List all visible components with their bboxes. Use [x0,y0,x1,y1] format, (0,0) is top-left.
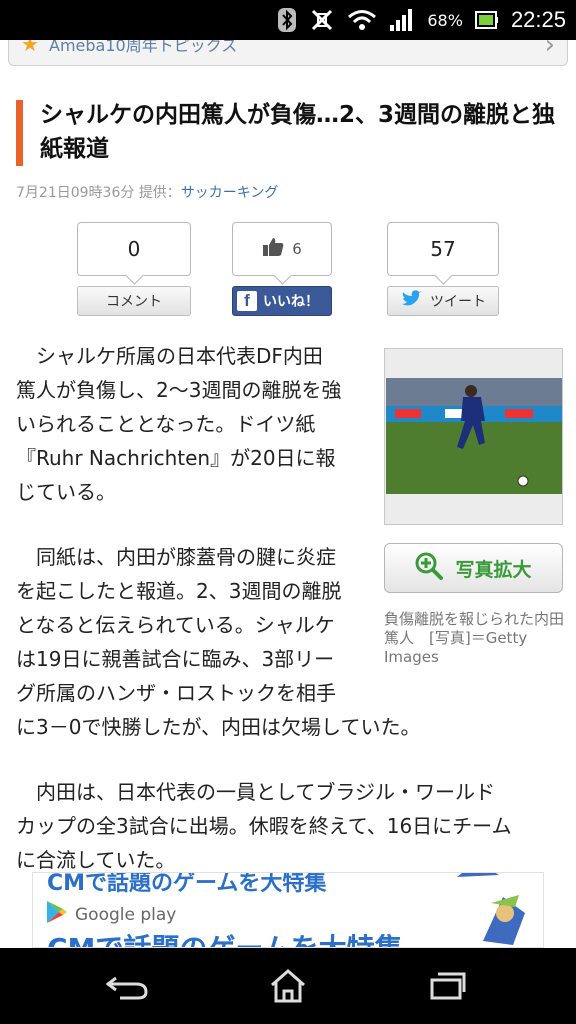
soccer-photo-image [385,349,562,524]
navigation-bar [0,948,576,1024]
paragraph-line: 篤人が負傷し、2～3週間の離脱を強 [16,378,342,402]
comment-share: 0 コメント [77,222,191,316]
paragraph-1: シャルケ所属の日本代表DF内田 篤人が負傷し、2～3週間の離脱を強 いられること… [16,339,376,509]
comment-button[interactable]: コメント [77,286,191,316]
like-count-box: 6 [232,222,332,276]
comment-count: 0 [77,222,191,276]
like-count: 6 [292,240,302,258]
article-photo[interactable] [384,348,563,525]
article-header: シャルケの内田篤人が負傷…2、3週間の離脱と独紙報道 [16,98,556,166]
google-play-label: Google play [75,904,177,925]
top-banner-text: Ameba10周年トピックス [49,40,238,55]
title-accent-bar [16,100,23,166]
top-banner-link[interactable]: ★ Ameba10周年トピックス › [8,40,568,66]
photo-enlarge-label: 写真拡大 [455,558,532,581]
paragraph-line: いられることとなった。ドイツ紙 [16,412,316,436]
paragraph-line: 内田は、日本代表の一員としてブラジル・ワールド [16,780,495,804]
facebook-like-button[interactable]: f いいね！ [232,286,332,316]
paragraph-3: 内田は、日本代表の一員としてブラジル・ワールド カップの全3試合に出場。休暇を終… [16,775,566,877]
like-label: いいね！ [263,294,319,310]
google-play-icon [45,899,69,930]
thumbs-up-icon [262,237,284,261]
paragraph-line: じている。 [16,480,116,504]
wifi-icon [347,8,377,32]
ad-character-top-image [457,873,499,877]
paragraph-line: 同紙は、内田が膝蓋骨の腱に炎症 [16,545,336,569]
ad-character-image [483,895,525,945]
paragraph-line: 『Ruhr Nachrichten』が20日に報 [16,446,336,470]
paragraph-line: は19日に親善試合に臨み、3部リー [16,647,335,671]
twitter-bird-icon [400,289,424,313]
ad-headline-top: CMで話題のゲームを大特集 [47,872,327,896]
paragraph-2: 同紙は、内田が膝蓋骨の腱に炎症 を起こしたと報道。2、3週間の離脱 となると伝え… [16,540,456,744]
ad-banner[interactable]: CMで話題のゲームを大特集 Google play CMで話題のゲームを大特集 [32,872,544,948]
google-play-badge: Google play [45,899,176,930]
vibrate-icon [309,7,335,33]
paragraph-line: グ所属のハンザ・ロストックを相手 [16,681,336,705]
provider-label: 提供： [138,185,181,201]
back-button[interactable] [106,968,150,1004]
paragraph-line: を起こしたと報道。2、3週間の離脱 [16,579,342,603]
tweet-share: 57 ツイート [387,222,499,316]
article-title: シャルケの内田篤人が負傷…2、3週間の離脱と独紙報道 [40,102,556,162]
home-icon [271,969,305,1003]
battery-percent: 68% [427,10,463,30]
signal-icon [389,8,415,32]
paragraph-line: シャルケ所属の日本代表DF内田 [16,344,323,368]
clock: 22:25 [510,7,566,32]
tweet-label: ツイート [430,294,486,310]
recent-apps-icon [430,972,466,1000]
provider-link[interactable]: サッカーキング [181,185,279,201]
tweet-button[interactable]: ツイート [387,286,499,316]
status-bar: 68% 22:25 [0,0,576,40]
recent-apps-button[interactable] [426,968,470,1004]
like-share: 6 f いいね！ [232,222,332,316]
bluetooth-icon [277,7,297,33]
battery-icon [474,10,499,30]
paragraph-line: に3－0で快勝したが、内田は欠場していた。 [16,715,421,739]
article-meta: 7月21日09時36分 提供：サッカーキング [16,182,278,202]
ad-headline: CMで話題のゲームを大特集 [47,927,403,947]
star-icon: ★ [21,40,39,56]
back-icon [106,976,148,1000]
home-button[interactable] [266,968,310,1004]
facebook-icon: f [237,291,257,311]
paragraph-line: となると伝えられている。シャルケ [16,613,335,637]
tweet-count: 57 [387,222,499,276]
chevron-right-icon: › [544,40,555,60]
paragraph-line: カップの全3試合に出場。休暇を終えて、16日にチーム [16,814,512,838]
article-date: 7月21日09時36分 [16,185,135,201]
